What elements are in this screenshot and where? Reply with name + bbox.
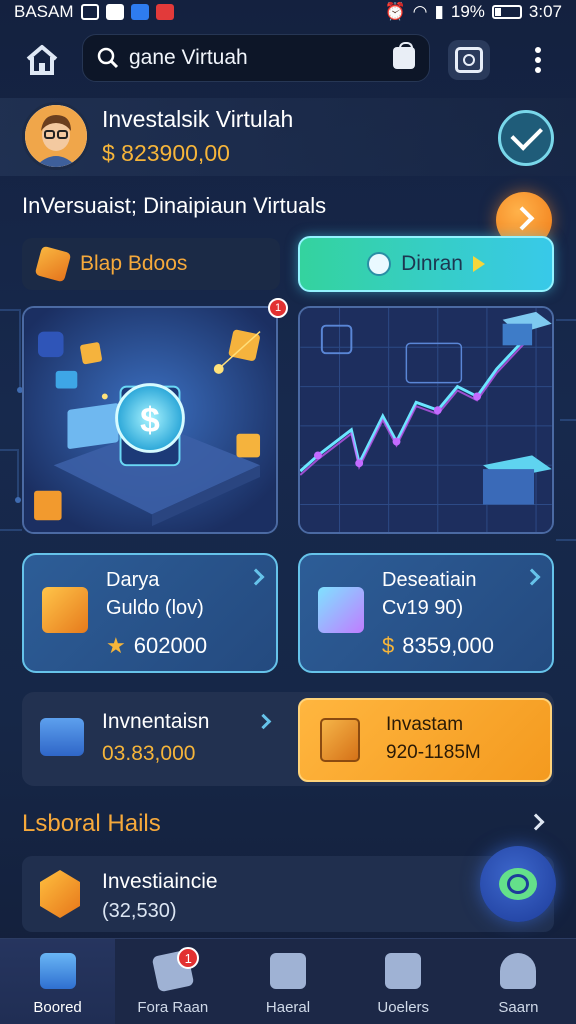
nav-item-saarn[interactable]: Saarn xyxy=(461,939,576,1024)
notification-icon xyxy=(80,4,99,20)
nav-item-uoelers[interactable]: Uoelers xyxy=(346,939,461,1024)
chevron-right-icon[interactable] xyxy=(527,813,545,831)
invest-button-value: 920-1185M xyxy=(386,742,481,763)
carrier-label: BASAM xyxy=(14,2,74,21)
stat-value: ★ 602000 xyxy=(106,633,208,658)
status-bar: BASAM ⏰ ◠ ▮ 19% 3:07 xyxy=(0,0,576,24)
coin-box-icon xyxy=(42,587,88,633)
profile-name: Investalsik Virtulah xyxy=(102,106,294,132)
primary-action-button[interactable]: Dinran xyxy=(298,236,554,292)
gem-icon xyxy=(40,870,80,918)
nav-item-fora-raan[interactable]: 1 Fora Raan xyxy=(115,939,230,1024)
blip-label: Blap Bdoos xyxy=(80,252,188,275)
stat-subtitle: Guldo (lov) xyxy=(106,597,204,619)
market-trend-illustration xyxy=(300,308,552,532)
nav-item-boored[interactable]: Boored xyxy=(0,939,116,1024)
nav-item-haeral[interactable]: Haeral xyxy=(230,939,345,1024)
camera-button[interactable] xyxy=(448,40,490,80)
blip-button[interactable]: Blap Bdoos xyxy=(22,238,280,290)
mail-notification-icon xyxy=(155,4,174,20)
home-icon xyxy=(26,45,58,75)
chevron-right-icon[interactable] xyxy=(523,568,541,586)
play-icon xyxy=(472,256,485,272)
cube-icon xyxy=(320,718,360,762)
list-icon xyxy=(270,953,306,989)
chat-icon xyxy=(499,868,537,900)
chevron-right-icon[interactable] xyxy=(255,713,272,730)
shopping-bag-icon[interactable] xyxy=(393,42,415,69)
crystal-cube-icon xyxy=(318,587,364,633)
svg-text:$: $ xyxy=(140,401,160,440)
app-notification-icon xyxy=(130,4,149,20)
search-bar[interactable]: gane Virtuah xyxy=(82,34,430,82)
stat-card-deseatiain[interactable]: Deseatiain Cv19 90) $8359,000 xyxy=(298,553,554,673)
list-item-value: (32,530) xyxy=(102,900,177,922)
invest-button[interactable]: Invastam 920-1185M xyxy=(298,698,552,782)
user-icon xyxy=(500,953,537,989)
profile-balance: $ 823900,00 xyxy=(102,140,230,166)
battery-percent: 19% xyxy=(450,2,485,21)
chat-button[interactable] xyxy=(480,846,556,922)
search-input[interactable]: gane Virtuah xyxy=(129,46,393,70)
avatar[interactable] xyxy=(22,102,90,170)
coin-laptop-illustration: $ xyxy=(24,308,276,532)
check-icon[interactable] xyxy=(498,110,554,166)
bottom-navigation: Boored 1 Fora Raan Haeral Uoelers Saarn xyxy=(0,938,576,1024)
signal-icon: ▮ xyxy=(434,2,444,21)
investment-value: 03.83,000 xyxy=(102,742,196,765)
battery-icon xyxy=(491,5,522,19)
image-notification-icon xyxy=(105,4,124,20)
stat-card-darya[interactable]: Darya Guldo (lov) ★ 602000 xyxy=(22,553,278,673)
chat-icon xyxy=(367,252,392,276)
market-chart-card[interactable] xyxy=(298,306,554,534)
investment-illustration-card[interactable]: $ xyxy=(22,306,278,534)
search-icon xyxy=(97,47,119,69)
stat-value: $8359,000 xyxy=(382,633,495,658)
primary-action-label: Dinran xyxy=(401,252,463,275)
list-item-title: Investiaincie xyxy=(102,870,218,893)
more-options-button[interactable] xyxy=(520,42,556,78)
home-button[interactable] xyxy=(22,40,62,80)
stat-title: Darya xyxy=(106,569,160,591)
building-icon xyxy=(39,953,76,989)
invest-button-title: Invastam xyxy=(386,714,464,735)
folder-icon xyxy=(385,953,422,989)
profile-header: Investalsik Virtulah $ 823900,00 xyxy=(0,98,576,176)
notification-badge: 1 xyxy=(268,298,288,318)
dollar-icon: $ xyxy=(382,633,395,658)
stat-title: Deseatiain xyxy=(382,569,477,591)
stat-subtitle: Cv19 90) xyxy=(382,597,464,619)
wifi-icon: ◠ xyxy=(412,2,428,21)
clock: 3:07 xyxy=(528,2,562,21)
star-icon: ★ xyxy=(106,633,126,658)
notification-badge: 1 xyxy=(177,947,200,969)
list-item[interactable]: Investiaincie (32,530) xyxy=(22,856,554,932)
investment-title: Invnentaisn xyxy=(102,710,210,733)
cube-icon xyxy=(34,245,72,283)
top-bar: gane Virtuah xyxy=(0,34,576,84)
section-title: Lsboral Hails xyxy=(22,810,161,837)
chevron-right-icon[interactable] xyxy=(247,568,265,586)
briefcase-icon xyxy=(40,718,84,756)
alarm-icon: ⏰ xyxy=(384,2,406,21)
page-title: InVersuaist; Dinaipiaun Virtuals xyxy=(22,193,327,218)
